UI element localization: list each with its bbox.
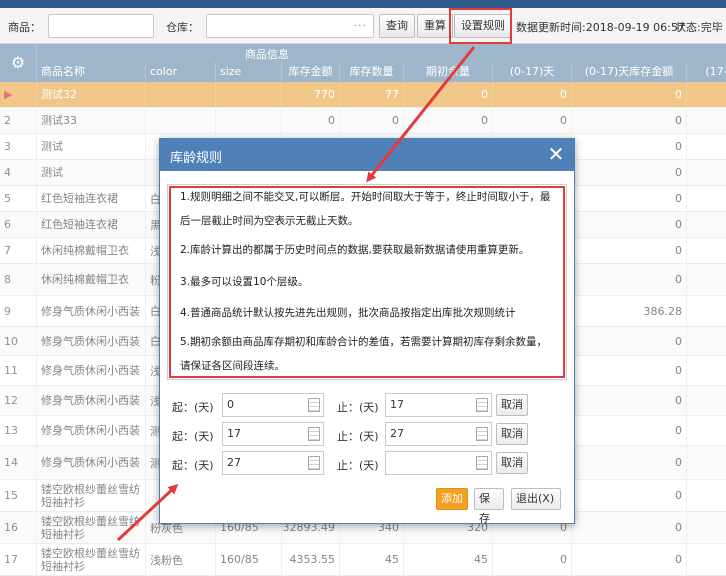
calendar-icon[interactable] <box>308 427 320 441</box>
aging-rules-dialog: 库龄规则 ✕ 1.规则明细之间不能交叉,可以断层。开始时间取大于等于，终止时间取… <box>159 138 575 525</box>
update-time: 数据更新时间:2018-09-19 06:57 <box>516 21 685 34</box>
start-days-input-3[interactable]: 27 <box>222 451 324 475</box>
end-label: 止：(天) <box>337 401 379 414</box>
end-days-input-3[interactable] <box>385 451 492 475</box>
product-label: 商品： <box>8 21 41 34</box>
end-label: 止：(天) <box>337 430 379 443</box>
start-days-value: 17 <box>227 427 241 440</box>
recalc-button[interactable]: 重算 <box>417 14 453 38</box>
cancel-button-2[interactable]: 取消 <box>496 423 528 445</box>
status-text: 状态:完毕 <box>675 21 723 34</box>
exit-button[interactable]: 退出(X) <box>511 488 561 510</box>
end-days-value: 17 <box>390 398 404 411</box>
toolbar: 商品： 仓库： ··· 查询 重算 设置规则 数据更新时间:2018-09-19… <box>0 8 726 44</box>
close-icon[interactable]: ✕ <box>546 143 566 165</box>
start-label: 起：(天) <box>172 459 214 472</box>
rules-highlight <box>169 186 565 378</box>
cancel-button-1[interactable]: 取消 <box>496 394 528 416</box>
start-days-input-1[interactable]: 0 <box>222 393 324 417</box>
calendar-icon[interactable] <box>476 427 488 441</box>
calendar-icon[interactable] <box>308 398 320 412</box>
warehouse-input[interactable]: ··· <box>206 14 374 38</box>
start-days-value: 0 <box>227 398 234 411</box>
start-label: 起：(天) <box>172 401 214 414</box>
start-label: 起：(天) <box>172 430 214 443</box>
end-days-input-2[interactable]: 27 <box>385 422 492 446</box>
more-icon[interactable]: ··· <box>354 19 368 32</box>
start-days-input-2[interactable]: 17 <box>222 422 324 446</box>
warehouse-label: 仓库： <box>166 21 199 34</box>
calendar-icon[interactable] <box>476 456 488 470</box>
query-button[interactable]: 查询 <box>379 14 415 38</box>
start-days-value: 27 <box>227 456 241 469</box>
end-label: 止：(天) <box>337 459 379 472</box>
dialog-header: 库龄规则 ✕ <box>160 139 574 171</box>
rules-button-highlight <box>449 8 512 44</box>
end-days-value: 27 <box>390 427 404 440</box>
save-button[interactable]: 保存 <box>474 488 504 525</box>
cancel-button-3[interactable]: 取消 <box>496 452 528 474</box>
product-input[interactable] <box>48 14 154 38</box>
calendar-icon[interactable] <box>476 398 488 412</box>
dialog-title: 库龄规则 <box>170 151 223 166</box>
end-days-input-1[interactable]: 17 <box>385 393 492 417</box>
add-button[interactable]: 添加 <box>436 488 468 510</box>
top-strip <box>0 0 726 8</box>
calendar-icon[interactable] <box>308 456 320 470</box>
